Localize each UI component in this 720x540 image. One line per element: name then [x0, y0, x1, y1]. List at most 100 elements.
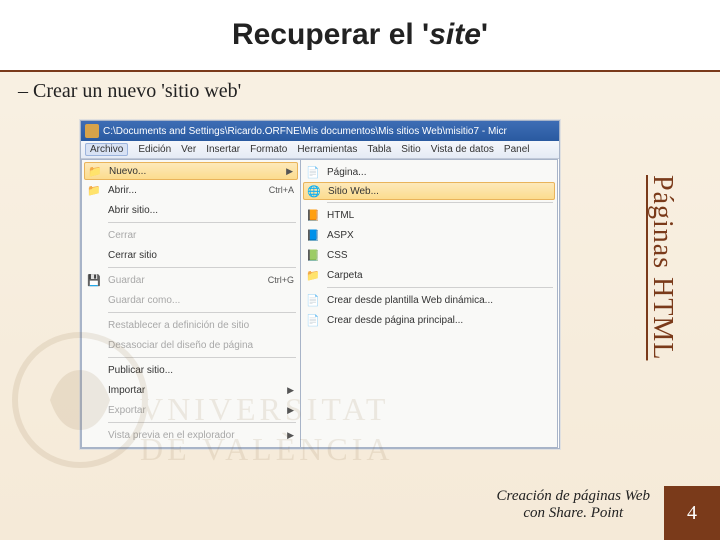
- menu-separator: [108, 267, 296, 268]
- menu-item-label: Guardar: [108, 275, 260, 286]
- footer-line1: Creación de páginas Web: [497, 488, 650, 505]
- html-icon: 📙: [305, 207, 321, 223]
- blank-icon: [86, 362, 102, 378]
- app-screenshot: C:\Documents and Settings\Ricardo.ORFNE\…: [80, 120, 560, 449]
- menu-item-label: Desasociar del diseño de página: [108, 340, 294, 351]
- page-number: 4: [664, 486, 720, 540]
- menu-item[interactable]: Abrir sitio...: [84, 200, 298, 220]
- menu-vistadatos[interactable]: Vista de datos: [431, 144, 494, 155]
- menu-ver[interactable]: Ver: [181, 144, 196, 155]
- folder-icon: 📁: [86, 182, 102, 198]
- app-icon: [85, 124, 99, 138]
- slide-title: Recuperar el 'site': [0, 0, 720, 70]
- menu-item: Cerrar: [84, 225, 298, 245]
- blank-icon: [86, 382, 102, 398]
- menu-item: Vista previa en el explorador▶: [84, 425, 298, 445]
- submenu-arrow-icon: ▶: [287, 430, 294, 441]
- save-icon: 💾: [86, 272, 102, 288]
- menu-item-label: Abrir sitio...: [108, 205, 294, 216]
- footer-text: Creación de páginas Web con Share. Point: [497, 488, 650, 523]
- menu-item-label: Crear desde plantilla Web dinámica...: [327, 295, 551, 306]
- archivo-dropdown[interactable]: 📁Nuevo...▶📁Abrir...Ctrl+AAbrir sitio...C…: [81, 159, 301, 448]
- menu-item-label: Importar: [108, 385, 287, 396]
- menu-item-label: Vista previa en el explorador: [108, 430, 287, 441]
- blank-icon: [86, 227, 102, 243]
- menu-item-label: Abrir...: [108, 185, 261, 196]
- menu-separator: [108, 422, 296, 423]
- blank-icon: [86, 402, 102, 418]
- menu-item[interactable]: 📙 HTML: [303, 205, 555, 225]
- menu-item[interactable]: 📄 Página...: [303, 162, 555, 182]
- blank-icon: [86, 427, 102, 443]
- menu-item-label: Crear desde página principal...: [327, 315, 551, 326]
- window-title: C:\Documents and Settings\Ricardo.ORFNE\…: [103, 126, 507, 137]
- page-icon: 📄: [305, 164, 321, 180]
- globe-icon: 🌐: [306, 183, 322, 199]
- menu-item-label: HTML: [327, 210, 551, 221]
- submenu-arrow-icon: ▶: [287, 405, 294, 416]
- menu-item: Exportar▶: [84, 400, 298, 420]
- menu-item-label: Página...: [327, 167, 551, 178]
- menu-item-label: CSS: [327, 250, 551, 261]
- menu-item-label: Restablecer a definición de sitio: [108, 320, 294, 331]
- title-post: ': [481, 18, 488, 51]
- menu-item[interactable]: 📁 Nuevo...▶: [84, 162, 298, 180]
- menu-item[interactable]: 🌐Sitio Web...: [303, 182, 555, 200]
- menu-formato[interactable]: Formato: [250, 144, 287, 155]
- menu-item: 💾 Guardar Ctrl+G: [84, 270, 298, 290]
- menu-edicion[interactable]: Edición: [138, 144, 171, 155]
- menu-item[interactable]: 📘 ASPX: [303, 225, 555, 245]
- window-titlebar: C:\Documents and Settings\Ricardo.ORFNE\…: [81, 121, 559, 141]
- menu-item[interactable]: 📗 CSS: [303, 245, 555, 265]
- menu-item-label: Cerrar: [108, 230, 294, 241]
- menu-sitio[interactable]: Sitio: [401, 144, 420, 155]
- menu-tabla[interactable]: Tabla: [367, 144, 391, 155]
- menu-insertar[interactable]: Insertar: [206, 144, 240, 155]
- menu-separator: [327, 202, 553, 203]
- menu-item[interactable]: Importar▶: [84, 380, 298, 400]
- menu-item-label: Carpeta: [327, 270, 551, 281]
- menubar[interactable]: Archivo Edición Ver Insertar Formato Her…: [81, 141, 559, 159]
- page-number-value: 4: [687, 502, 697, 525]
- menu-shortcut: Ctrl+A: [269, 185, 294, 195]
- menu-archivo[interactable]: Archivo: [85, 143, 128, 156]
- menu-item-label: Nuevo...: [109, 166, 286, 177]
- submenu-arrow-icon: ▶: [286, 166, 293, 177]
- menu-separator: [108, 312, 296, 313]
- menu-shortcut: Ctrl+G: [268, 275, 294, 285]
- menu-item-label: Publicar sitio...: [108, 365, 294, 376]
- menu-item[interactable]: 📁 Carpeta: [303, 265, 555, 285]
- title-pre: Recuperar el ': [232, 18, 429, 51]
- bullet-text: – Crear un nuevo 'sitio web': [18, 80, 702, 103]
- menu-item: Restablecer a definición de sitio: [84, 315, 298, 335]
- nuevo-submenu[interactable]: 📄 Página... 🌐Sitio Web... 📙 HTML 📘 ASPX 📗 CSS 📁 Ca…: [300, 159, 558, 448]
- blank-icon: [86, 202, 102, 218]
- menu-item[interactable]: 📄 Crear desde página principal...: [303, 310, 555, 330]
- aspx-icon: 📘: [305, 227, 321, 243]
- folder-icon: 📁: [87, 163, 103, 179]
- menu-item[interactable]: Publicar sitio...: [84, 360, 298, 380]
- menu-panel[interactable]: Panel: [504, 144, 530, 155]
- menu-item-label: Exportar: [108, 405, 287, 416]
- blank-icon: [86, 292, 102, 308]
- menu-item[interactable]: 📄Crear desde plantilla Web dinámica...: [303, 290, 555, 310]
- menu-item[interactable]: 📁 Abrir... Ctrl+A: [84, 180, 298, 200]
- title-separator: [0, 70, 720, 72]
- menu-item-label: Guardar como...: [108, 295, 294, 306]
- menu-item[interactable]: Cerrar sitio: [84, 245, 298, 265]
- folder-icon: 📁: [305, 267, 321, 283]
- menu-item-label: Cerrar sitio: [108, 250, 294, 261]
- menu-separator: [108, 222, 296, 223]
- menu-item: Guardar como...: [84, 290, 298, 310]
- page-icon: 📄: [305, 312, 321, 328]
- menu-separator: [108, 357, 296, 358]
- menu-item: Desasociar del diseño de página: [84, 335, 298, 355]
- menu-herramientas[interactable]: Herramientas: [297, 144, 357, 155]
- blank-icon: [86, 337, 102, 353]
- css-icon: 📗: [305, 247, 321, 263]
- menu-separator: [327, 287, 553, 288]
- menu-item-label: ASPX: [327, 230, 551, 241]
- blank-icon: [86, 317, 102, 333]
- footer-line2: con Share. Point: [497, 505, 650, 522]
- submenu-arrow-icon: ▶: [287, 385, 294, 396]
